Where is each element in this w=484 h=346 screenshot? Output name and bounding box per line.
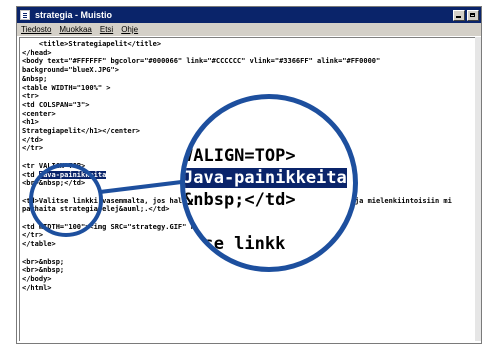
- window-title: strategia - Muistio: [35, 10, 113, 20]
- menu-tiedosto[interactable]: Tiedosto: [17, 25, 55, 34]
- minimize-icon[interactable]: [453, 9, 465, 21]
- zoom-source-circle: [29, 163, 103, 237]
- notepad-icon: [20, 10, 30, 20]
- menu-etsi[interactable]: Etsi: [96, 25, 117, 34]
- vertical-scrollbar[interactable]: [475, 37, 481, 341]
- maximize-icon[interactable]: [467, 9, 479, 21]
- menu-bar: Tiedosto Muokkaa Etsi Ohje: [17, 23, 481, 36]
- magnified-text: VALIGN=TOP> Java-painikkeita &nbsp;</td>…: [183, 146, 347, 254]
- title-bar[interactable]: strategia - Muistio: [17, 7, 481, 23]
- menu-ohje[interactable]: Ohje: [117, 25, 142, 34]
- window-controls: [453, 9, 479, 21]
- menu-muokkaa[interactable]: Muokkaa: [55, 25, 95, 34]
- magnifier-circle: VALIGN=TOP> Java-painikkeita &nbsp;</td>…: [180, 94, 358, 272]
